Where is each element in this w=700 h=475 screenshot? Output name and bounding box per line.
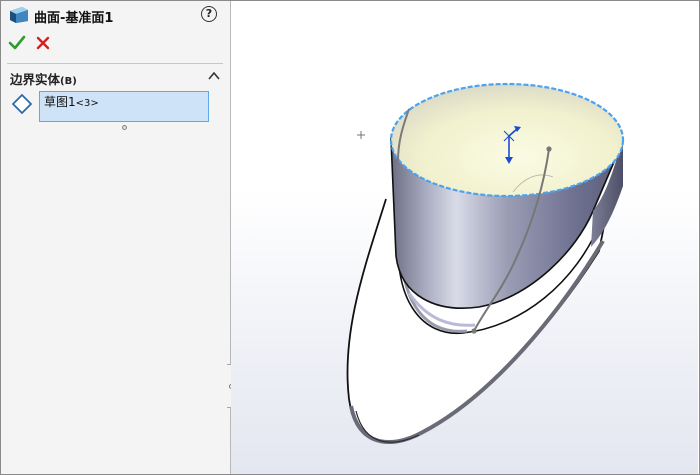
list-resize-handle[interactable]: [122, 125, 127, 130]
origin-plus-icon: [357, 131, 365, 139]
chevron-up-icon[interactable]: [207, 70, 221, 82]
graphics-area[interactable]: [231, 1, 698, 474]
boundary-entity-icon: [12, 94, 32, 114]
planar-surface-icon: [10, 7, 28, 23]
section-divider: [7, 63, 223, 64]
property-manager-panel: 曲面-基准面1 ? 边界实体(B) 草图1<3>: [1, 1, 231, 474]
boundary-entities-list[interactable]: 草图1<3>: [39, 91, 209, 122]
section-title-boundary-entities[interactable]: 边界实体(B): [10, 69, 77, 88]
feature-title: 曲面-基准面1: [34, 11, 114, 26]
property-manager-header: 曲面-基准面1 ?: [1, 1, 230, 29]
model-view[interactable]: [231, 1, 698, 474]
ok-button[interactable]: [8, 34, 26, 52]
selected-top-edge[interactable]: [389, 82, 625, 198]
cancel-button[interactable]: [35, 34, 51, 52]
list-item[interactable]: 草图1<3>: [44, 93, 208, 110]
help-button[interactable]: ?: [201, 6, 217, 22]
